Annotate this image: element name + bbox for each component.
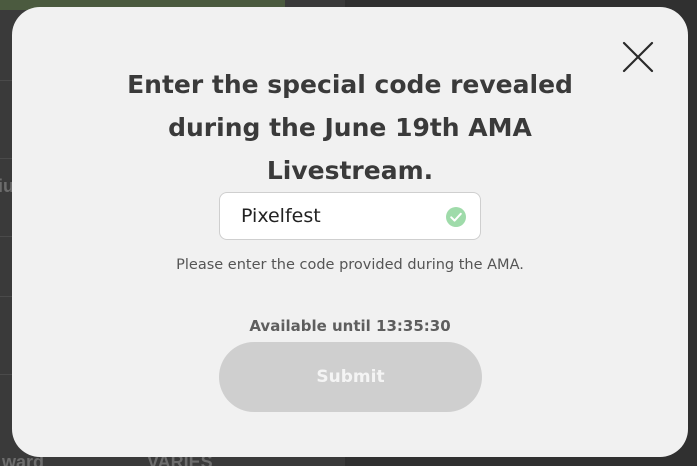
check-circle-icon xyxy=(446,207,466,227)
close-button[interactable] xyxy=(621,40,655,74)
code-input[interactable]: Pixelfest xyxy=(219,192,481,240)
helper-text: Please enter the code provided during th… xyxy=(176,257,524,273)
modal-title: Enter the special code revealed during t… xyxy=(127,70,573,185)
code-input-value[interactable]: Pixelfest xyxy=(241,193,321,241)
code-entry-modal: Enter the special code revealed during t… xyxy=(12,7,688,457)
availability-text: Available until 13:35:30 xyxy=(249,317,451,335)
submit-button[interactable]: Submit xyxy=(219,342,482,412)
close-icon xyxy=(622,41,654,73)
